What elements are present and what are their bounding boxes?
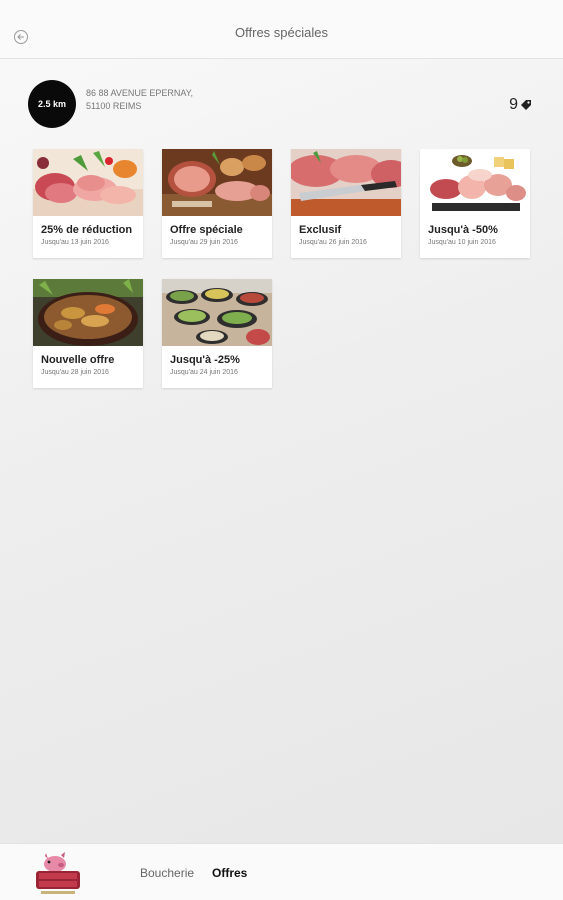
offer-date: Jusqu'au 28 juin 2016 <box>41 369 109 376</box>
offer-title: Nouvelle offre <box>41 354 115 366</box>
offer-card[interactable]: Offre spéciale Jusqu'au 29 juin 2016 <box>162 149 272 258</box>
tag-icon <box>521 100 531 110</box>
tab-boucherie[interactable]: Boucherie <box>140 866 194 880</box>
offer-image-roast-ham <box>162 149 272 216</box>
address-line-2: 51100 REIMS <box>86 101 142 111</box>
offer-card[interactable]: 25% de réduction Jusqu'au 13 juin 2016 <box>33 149 143 258</box>
offer-card[interactable]: Jusqu'à -50% Jusqu'au 10 juin 2016 <box>420 149 530 258</box>
tab-offres[interactable]: Offres <box>212 866 247 880</box>
brand-logo[interactable] <box>33 850 83 898</box>
page-title: Offres spéciales <box>235 25 328 40</box>
distance-badge: 2.5 km <box>28 80 76 128</box>
offer-card[interactable]: Exclusif Jusqu'au 26 juin 2016 <box>291 149 401 258</box>
offer-card[interactable]: Jusqu'à -25% Jusqu'au 24 juin 2016 <box>162 279 272 388</box>
offer-title: Offre spéciale <box>170 224 243 236</box>
address-line-1: 86 88 AVENUE EPERNAY, <box>86 88 194 98</box>
store-info: 2.5 km 86 88 AVENUE EPERNAY, 51100 REIMS… <box>28 80 538 128</box>
offer-date: Jusqu'au 29 juin 2016 <box>170 239 238 246</box>
offer-image-cold-cuts <box>420 149 530 216</box>
offer-count: 9 <box>509 96 532 114</box>
offer-image-charcuterie <box>33 149 143 216</box>
offer-date: Jusqu'au 10 juin 2016 <box>428 239 496 246</box>
offer-title: Exclusif <box>299 224 342 236</box>
offer-image-stew <box>33 279 143 346</box>
offer-date: Jusqu'au 26 juin 2016 <box>299 239 367 246</box>
offer-count-value: 9 <box>509 96 518 113</box>
offer-card[interactable]: Nouvelle offre Jusqu'au 28 juin 2016 <box>33 279 143 388</box>
top-app-bar: Offres spéciales <box>0 0 563 59</box>
offer-image-buffet <box>162 279 272 346</box>
store-address: 86 88 AVENUE EPERNAY, 51100 REIMS <box>86 87 193 113</box>
offer-image-sliced-ham <box>291 149 401 216</box>
offer-date: Jusqu'au 24 juin 2016 <box>170 369 238 376</box>
offer-title: Jusqu'à -25% <box>170 354 240 366</box>
offer-title: 25% de réduction <box>41 224 133 236</box>
offer-date: Jusqu'au 13 juin 2016 <box>41 239 109 246</box>
offer-title: Jusqu'à -50% <box>428 224 498 236</box>
bottom-nav: Boucherie Offres <box>0 843 563 900</box>
